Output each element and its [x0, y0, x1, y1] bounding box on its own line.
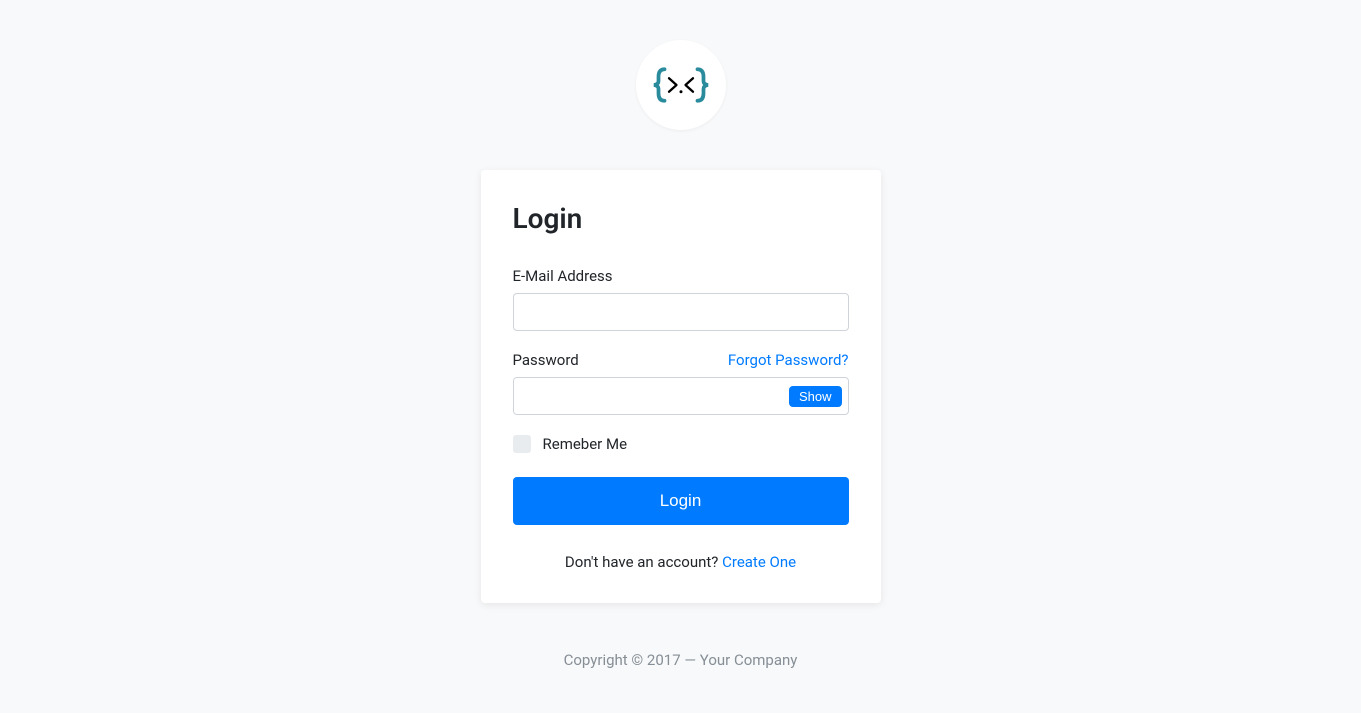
create-account-link[interactable]: Create One: [722, 553, 796, 571]
login-title: Login: [513, 202, 849, 235]
email-label: E-Mail Address: [513, 267, 849, 285]
copyright-text: Copyright © 2017 — Your Company: [564, 651, 798, 669]
remember-label[interactable]: Remeber Me: [543, 435, 628, 453]
email-group: E-Mail Address: [513, 267, 849, 331]
show-password-button[interactable]: Show: [789, 386, 842, 407]
password-input[interactable]: [514, 378, 789, 414]
signup-prompt: Don't have an account? Create One: [513, 553, 849, 571]
remember-group: Remeber Me: [513, 435, 849, 453]
logo-container: [636, 40, 726, 130]
login-card: Login E-Mail Address Password Forgot Pas…: [481, 170, 881, 603]
password-group: Password Forgot Password? Show: [513, 351, 849, 415]
login-button[interactable]: Login: [513, 477, 849, 525]
remember-checkbox[interactable]: [513, 435, 531, 453]
email-input[interactable]: [513, 293, 849, 331]
password-input-group: Show: [513, 377, 849, 415]
password-label: Password: [513, 351, 579, 369]
forgot-password-link[interactable]: Forgot Password?: [728, 351, 849, 369]
no-account-text: Don't have an account?: [565, 553, 722, 571]
logo-icon: [651, 65, 711, 105]
